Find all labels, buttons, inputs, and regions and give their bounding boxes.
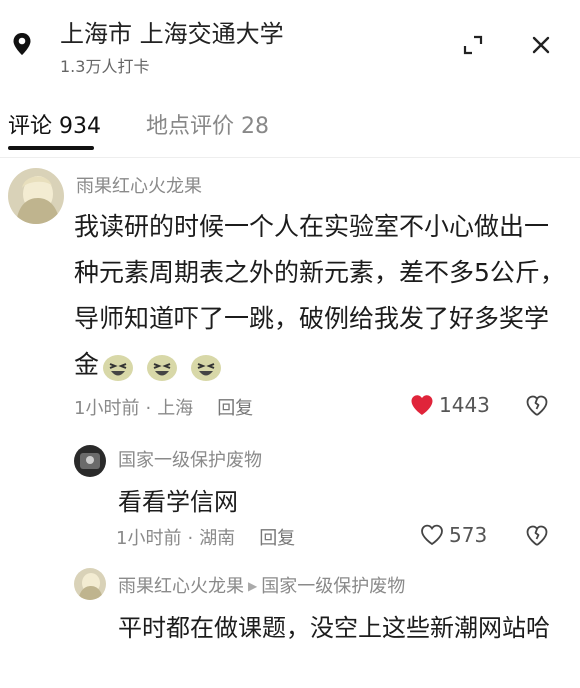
comment-username[interactable]: 雨果红心火龙果 — [76, 172, 202, 198]
emoji-group — [101, 343, 225, 389]
checkin-count: 1.3万人打卡 — [60, 57, 150, 76]
reply-target[interactable]: 国家一级保护废物 — [261, 576, 405, 597]
reply-username[interactable]: 国家一级保护废物 — [118, 446, 262, 472]
location-title[interactable]: 上海市 上海交通大学 — [60, 14, 284, 49]
divider — [0, 157, 580, 158]
comment-time: 1小时前 — [74, 398, 140, 419]
close-icon[interactable] — [530, 34, 552, 56]
reply-button[interactable]: 回复 — [217, 398, 253, 419]
laughing-face-emoji — [146, 355, 177, 381]
tab-comments[interactable]: 评论 934 — [8, 108, 101, 140]
like-button[interactable]: 573 — [420, 523, 487, 547]
comment-meta: 1小时前 · 上海 回复 — [74, 394, 253, 420]
avatar[interactable] — [74, 568, 106, 600]
reply-username: 雨果红心火龙果 ▶ 国家一级保护废物 — [118, 572, 405, 598]
reply-text: 平时都在做课题，没空上这些新潮网站哈 — [118, 614, 550, 642]
laughing-face-emoji — [103, 355, 134, 381]
separator-dot: · — [145, 398, 152, 419]
laughing-face-emoji — [190, 355, 221, 381]
broken-heart-icon[interactable] — [526, 525, 548, 547]
comment-location: 上海 — [157, 398, 194, 419]
reply-meta: 1小时前 · 湖南 回复 — [116, 524, 295, 550]
avatar[interactable] — [8, 168, 64, 224]
location-header: 上海市 上海交通大学 1.3万人打卡 — [0, 0, 580, 90]
broken-heart-icon[interactable] — [526, 395, 548, 417]
tab-place-reviews[interactable]: 地点评价 28 — [146, 108, 269, 140]
separator-dot: · — [187, 528, 194, 549]
comment-text: 我读研的时候一个人在实验室不小心做出一种元素周期表之外的新元素，差不多5公斤，导… — [74, 204, 569, 389]
reply-to-arrow-icon: ▶ — [248, 579, 258, 593]
tab-bar: 评论 934 地点评价 28 — [0, 98, 580, 158]
like-count: 1443 — [439, 393, 490, 417]
reply-time: 1小时前 — [116, 528, 182, 549]
avatar[interactable] — [74, 445, 106, 477]
like-button[interactable]: 1443 — [410, 393, 490, 417]
location-pin-icon — [13, 33, 31, 55]
active-tab-indicator — [8, 146, 94, 150]
reply-button[interactable]: 回复 — [259, 528, 295, 549]
heart-icon — [411, 395, 433, 415]
heart-icon — [421, 524, 443, 546]
like-count: 573 — [449, 523, 488, 547]
reply-author[interactable]: 雨果红心火龙果 — [118, 576, 244, 597]
expand-icon[interactable] — [462, 34, 484, 56]
reply-location: 湖南 — [199, 528, 236, 549]
reply-text: 看看学信网 — [118, 488, 238, 516]
